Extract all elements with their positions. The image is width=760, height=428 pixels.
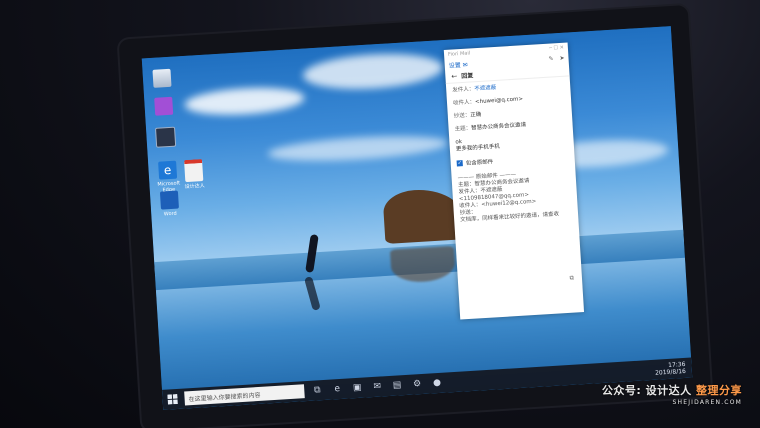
- edge-taskbar-icon[interactable]: e: [330, 382, 345, 397]
- mail-taskbar-icon[interactable]: ✉: [370, 379, 385, 394]
- checkbox-checked-icon: ✓: [456, 160, 463, 167]
- laptop-screen: e Microsoft Edge 设计达人 Word Fiori Mail ─ …: [141, 26, 693, 410]
- account-switcher[interactable]: 设置 ✉: [448, 59, 468, 69]
- explorer-icon[interactable]: ▤: [390, 378, 405, 393]
- windows-logo-icon: [167, 393, 178, 405]
- task-view-icon[interactable]: ⧉: [310, 383, 325, 398]
- attach-icon[interactable]: ✎: [548, 55, 553, 62]
- original-message: ——— 原始邮件 ——— 主题：智慧办公商务会议邀请 发件人：不遮遮蔽 <110…: [457, 171, 560, 224]
- pdf-icon[interactable]: 设计达人: [180, 159, 208, 191]
- system-tray-clock[interactable]: 17:36 2019/8/16: [655, 361, 686, 377]
- settings-icon[interactable]: ⚙: [410, 377, 425, 392]
- site-watermark: 公众号: 设计达人 整理分享 SHEJIDAREN.COM: [601, 384, 742, 406]
- app-dark-icon[interactable]: [154, 126, 177, 150]
- mail-reply-window[interactable]: Fiori Mail ─ ☐ ✕ 设置 ✉ ✎ ➤ ← 回复 发件人：不遮遮蔽 …: [443, 42, 585, 320]
- edge-icon[interactable]: e Microsoft Edge: [156, 160, 180, 193]
- start-button[interactable]: [162, 389, 183, 410]
- send-icon[interactable]: ➤: [559, 54, 564, 61]
- store-icon[interactable]: ▣: [350, 381, 365, 396]
- app-purple-icon[interactable]: [152, 96, 175, 118]
- app-blue-icon[interactable]: Word: [158, 190, 182, 217]
- recycle-bin-icon[interactable]: [150, 68, 173, 90]
- app-taskbar-icon[interactable]: ●: [430, 376, 445, 391]
- attachment-icon[interactable]: ⧉: [569, 275, 574, 283]
- photo-scene: e Microsoft Edge 设计达人 Word Fiori Mail ─ …: [0, 0, 760, 428]
- back-arrow-icon[interactable]: ←: [451, 72, 457, 80]
- window-controls[interactable]: ─ ☐ ✕: [549, 45, 564, 52]
